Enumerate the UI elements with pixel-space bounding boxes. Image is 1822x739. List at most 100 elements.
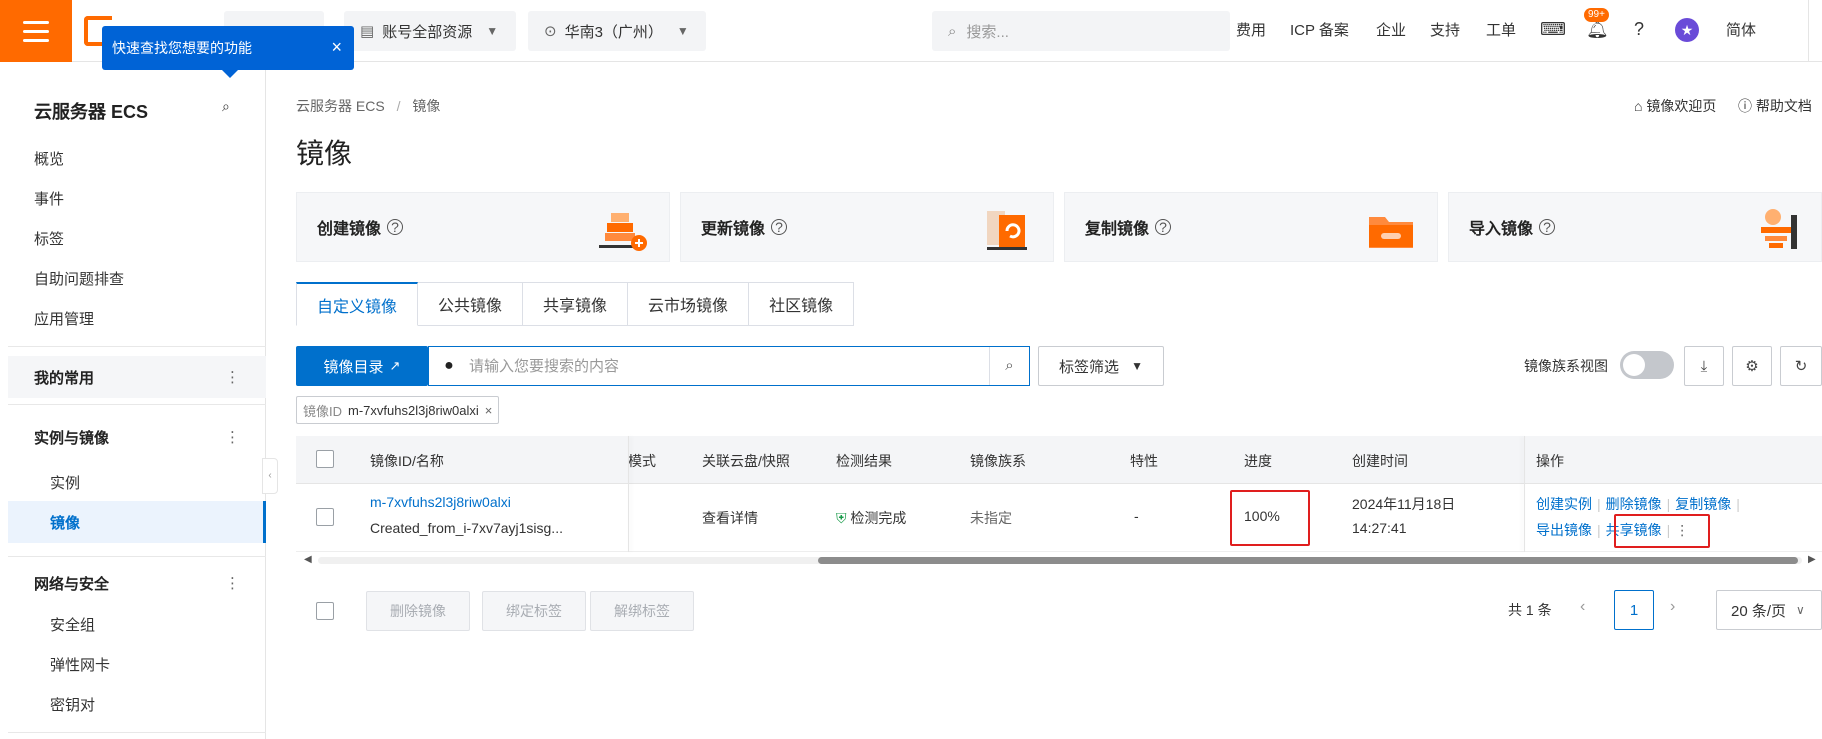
global-search-placeholder: 搜索... xyxy=(966,23,1009,41)
update-document-icon xyxy=(987,211,1027,250)
sidebar-divider xyxy=(8,556,266,557)
sidebar-group-instances[interactable]: 实例与镜像 ⋮ xyxy=(8,416,266,458)
more-vertical-icon[interactable]: ⋮ xyxy=(225,368,240,386)
image-search-input[interactable] xyxy=(469,357,989,375)
image-search-box: ● ⌕ xyxy=(428,346,1030,386)
location-pin-icon: ⊙ xyxy=(544,23,557,40)
row-checkbox[interactable] xyxy=(316,508,334,526)
sidebar-item-app-management[interactable]: 应用管理 xyxy=(34,308,94,329)
export-image-link[interactable]: 导出镜像 xyxy=(1536,522,1592,538)
copy-image-card[interactable]: 复制镜像? xyxy=(1064,192,1438,262)
close-icon[interactable]: × xyxy=(485,403,493,418)
breadcrumb-ecs[interactable]: 云服务器 ECS xyxy=(296,98,385,114)
bulk-select-checkbox[interactable] xyxy=(316,602,334,620)
pager-next-icon[interactable]: › xyxy=(1670,598,1675,616)
select-all-checkbox[interactable] xyxy=(316,450,334,468)
highlight-share-box xyxy=(1614,514,1710,548)
copy-image-link[interactable]: 复制镜像 xyxy=(1675,496,1731,512)
sidebar-item-troubleshoot[interactable]: 自助问题排查 xyxy=(34,268,124,289)
update-image-card[interactable]: 更新镜像? xyxy=(680,192,1054,262)
sidebar-item-eni[interactable]: 弹性网卡 xyxy=(50,654,110,675)
tag-filter-button[interactable]: 标签筛选 ▼ xyxy=(1038,346,1164,386)
notification-badge: 99+ xyxy=(1584,8,1609,22)
topnav-icp[interactable]: ICP 备案 xyxy=(1290,19,1349,40)
create-image-card[interactable]: 创建镜像? xyxy=(296,192,670,262)
download-button[interactable]: ⤓ xyxy=(1684,346,1724,386)
sidebar-search-icon[interactable]: ⌕ xyxy=(222,98,230,115)
sidebar-item-tags[interactable]: 标签 xyxy=(34,228,64,249)
tab-marketplace-images[interactable]: 云市场镜像 xyxy=(628,282,750,326)
create-instance-link[interactable]: 创建实例 xyxy=(1536,496,1592,512)
search-icon[interactable]: ⌕ xyxy=(989,347,1029,385)
topnav-ticket[interactable]: 工单 xyxy=(1486,19,1516,40)
topnav-enterprise[interactable]: 企业 xyxy=(1376,19,1406,40)
import-image-card[interactable]: 导入镜像? xyxy=(1448,192,1822,262)
pager-prev-icon[interactable]: ‹ xyxy=(1580,598,1585,616)
delete-image-link[interactable]: 删除镜像 xyxy=(1606,496,1662,512)
header-check-result: 检测结果 xyxy=(836,453,892,469)
page-size-label: 20 条/页 xyxy=(1731,602,1787,620)
help-docs-link[interactable]: ⓘ 帮助文档 xyxy=(1738,96,1812,116)
help-circle-icon[interactable]: ? xyxy=(771,219,788,235)
more-vertical-icon[interactable]: ⋮ xyxy=(225,428,240,446)
bulk-delete-button[interactable]: 删除镜像 xyxy=(366,591,470,631)
region-selector[interactable]: ⊙ 华南3（广州） ▼ xyxy=(528,11,706,51)
sidebar-group-label: 我的常用 xyxy=(34,369,95,387)
refresh-button[interactable]: ↻ xyxy=(1780,346,1822,386)
scroll-left-icon[interactable]: ◀ xyxy=(304,554,312,565)
gear-icon: ⚙ xyxy=(1745,358,1759,375)
stacked-layers-icon xyxy=(599,213,647,251)
bulk-unbind-tag-button[interactable]: 解绑标签 xyxy=(590,591,694,631)
help-circle-icon[interactable]: ? xyxy=(1628,18,1650,40)
tab-custom-images[interactable]: 自定义镜像 xyxy=(296,282,419,326)
page-size-select[interactable]: 20 条/页 ∨ xyxy=(1716,590,1822,630)
chevron-down-icon: ▼ xyxy=(486,24,499,38)
tab-public-images[interactable]: 公共镜像 xyxy=(418,282,524,326)
topnav-support[interactable]: 支持 xyxy=(1430,19,1460,40)
sidebar-item-instances[interactable]: 实例 xyxy=(50,472,80,493)
topnav-billing[interactable]: 费用 xyxy=(1236,19,1266,40)
language-switch[interactable]: 简体 xyxy=(1726,19,1756,40)
global-search-input[interactable]: ⌕ 搜索... xyxy=(932,11,1230,51)
page-title: 镜像 xyxy=(296,138,353,169)
sidebar-item-security-group[interactable]: 安全组 xyxy=(50,614,95,635)
scroll-right-icon[interactable]: ▶ xyxy=(1808,554,1816,565)
user-avatar[interactable]: ★ xyxy=(1675,18,1699,42)
sidebar-collapse-handle[interactable]: ‹ xyxy=(262,458,278,494)
header-mode: 模式 xyxy=(628,453,656,469)
account-scope-selector[interactable]: ▤ 账号全部资源 ▼ xyxy=(344,11,516,51)
more-vertical-icon[interactable]: ⋮ xyxy=(225,574,240,592)
tab-community-images[interactable]: 社区镜像 xyxy=(749,282,855,326)
help-circle-icon[interactable]: ? xyxy=(387,219,404,235)
settings-button[interactable]: ⚙ xyxy=(1732,346,1772,386)
card-label: 更新镜像 xyxy=(701,221,766,238)
family-view-toggle[interactable] xyxy=(1620,351,1674,379)
tab-shared-images[interactable]: 共享镜像 xyxy=(523,282,629,326)
pager-page-1[interactable]: 1 xyxy=(1614,590,1654,630)
scroll-thumb[interactable] xyxy=(818,557,1798,564)
sidebar-item-events[interactable]: 事件 xyxy=(34,188,64,209)
close-icon[interactable]: × xyxy=(331,37,342,58)
breadcrumb-current: 镜像 xyxy=(412,98,441,114)
image-id-link[interactable]: m-7xvfuhs2l3j8riw0alxi xyxy=(370,494,511,510)
hamburger-menu-button[interactable] xyxy=(0,0,72,62)
terminal-icon[interactable]: ⌨ xyxy=(1540,18,1566,40)
chevron-down-icon: ▼ xyxy=(1131,359,1143,373)
table-header: 镜像ID/名称 模式 关联云盘/快照 检测结果 镜像族系 特性 进度 创建时间 … xyxy=(296,436,1822,484)
sidebar-item-images[interactable]: 镜像 xyxy=(50,512,80,533)
image-welcome-link[interactable]: ⌂ 镜像欢迎页 xyxy=(1634,96,1716,116)
sidebar-group-network[interactable]: 网络与安全 ⋮ xyxy=(8,562,266,604)
card-label: 创建镜像 xyxy=(317,221,382,238)
table-horizontal-scrollbar[interactable]: ◀ ▶ xyxy=(298,552,1822,568)
table-row: m-7xvfuhs2l3j8riw0alxi Created_from_i-7x… xyxy=(296,484,1822,552)
sidebar-group-favorites[interactable]: 我的常用 ⋮ xyxy=(8,356,266,398)
sidebar-group-label: 实例与镜像 xyxy=(34,429,110,447)
sidebar-item-keypair[interactable]: 密钥对 xyxy=(50,694,95,715)
help-circle-icon[interactable]: ? xyxy=(1539,219,1556,235)
view-details-link[interactable]: 查看详情 xyxy=(702,508,758,528)
sidebar-item-overview[interactable]: 概览 xyxy=(34,148,64,169)
active-filter-tag: 镜像ID m-7xvfuhs2l3j8riw0alxi × xyxy=(296,396,500,424)
help-circle-icon[interactable]: ? xyxy=(1155,219,1172,235)
bulk-bind-tag-button[interactable]: 绑定标签 xyxy=(482,591,586,631)
image-catalog-button[interactable]: 镜像目录 ↗ xyxy=(296,346,428,386)
